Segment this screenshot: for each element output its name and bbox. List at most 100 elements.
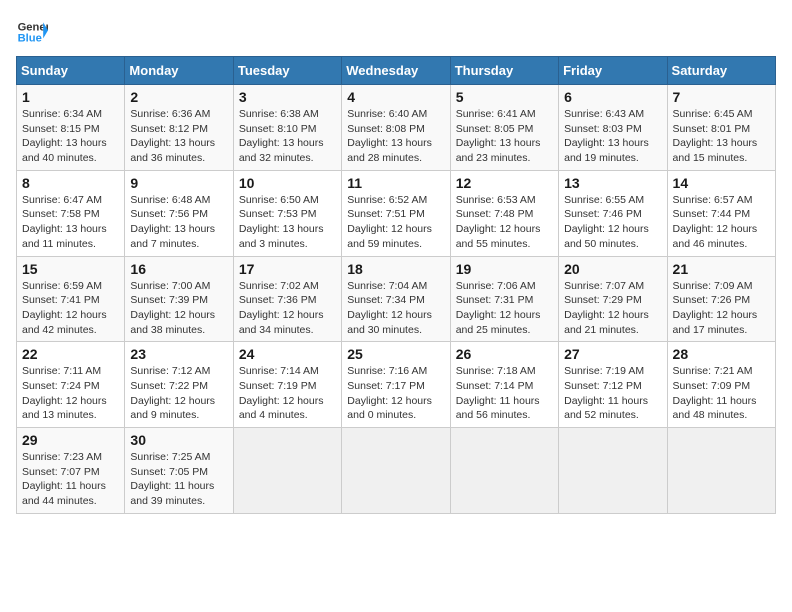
day-number: 26 bbox=[456, 346, 553, 362]
calendar-row-4: 29Sunrise: 7:23 AMSunset: 7:07 PMDayligh… bbox=[17, 428, 776, 514]
svg-text:Blue: Blue bbox=[18, 33, 42, 45]
day-info: Sunrise: 6:55 AMSunset: 7:46 PMDaylight:… bbox=[564, 193, 661, 252]
header-cell-saturday: Saturday bbox=[667, 57, 775, 85]
day-number: 2 bbox=[130, 89, 227, 105]
empty-cell bbox=[559, 428, 667, 514]
empty-cell bbox=[667, 428, 775, 514]
empty-cell bbox=[233, 428, 341, 514]
day-cell-10: 10Sunrise: 6:50 AMSunset: 7:53 PMDayligh… bbox=[233, 170, 341, 256]
day-info: Sunrise: 6:43 AMSunset: 8:03 PMDaylight:… bbox=[564, 107, 661, 166]
day-info: Sunrise: 6:40 AMSunset: 8:08 PMDaylight:… bbox=[347, 107, 444, 166]
day-cell-21: 21 Sunrise: 7:09 AMSunset: 7:26 PMDayligh… bbox=[667, 256, 775, 342]
day-cell-20: 20 Sunrise: 7:07 AMSunset: 7:29 PMDayligh… bbox=[559, 256, 667, 342]
day-number: 19 bbox=[456, 261, 553, 277]
day-cell-4: 4 Sunrise: 6:40 AMSunset: 8:08 PMDaylight… bbox=[342, 85, 450, 171]
day-info: Sunrise: 7:16 AMSunset: 7:17 PMDaylight:… bbox=[347, 364, 444, 423]
day-number: 6 bbox=[564, 89, 661, 105]
calendar-body: 1 Sunrise: 6:34 AMSunset: 8:15 PMDaylight… bbox=[17, 85, 776, 514]
day-cell-7: 7 Sunrise: 6:45 AMSunset: 8:01 PMDaylight… bbox=[667, 85, 775, 171]
day-cell-28: 28 Sunrise: 7:21 AMSunset: 7:09 PMDayligh… bbox=[667, 342, 775, 428]
day-cell-27: 27Sunrise: 7:19 AMSunset: 7:12 PMDayligh… bbox=[559, 342, 667, 428]
day-info: Sunrise: 7:07 AMSunset: 7:29 PMDaylight:… bbox=[564, 279, 661, 338]
day-cell-8: 8 Sunrise: 6:47 AMSunset: 7:58 PMDaylight… bbox=[17, 170, 125, 256]
day-info: Sunrise: 7:02 AMSunset: 7:36 PMDaylight:… bbox=[239, 279, 336, 338]
day-cell-13: 13 Sunrise: 6:55 AMSunset: 7:46 PMDayligh… bbox=[559, 170, 667, 256]
day-info: Sunrise: 7:23 AMSunset: 7:07 PMDaylight:… bbox=[22, 450, 119, 509]
day-info: Sunrise: 7:04 AMSunset: 7:34 PMDaylight:… bbox=[347, 279, 444, 338]
day-number: 30 bbox=[130, 432, 227, 448]
day-number: 23 bbox=[130, 346, 227, 362]
logo: General Blue bbox=[16, 16, 48, 48]
day-cell-2: 2 Sunrise: 6:36 AMSunset: 8:12 PMDaylight… bbox=[125, 85, 233, 171]
day-info: Sunrise: 7:06 AMSunset: 7:31 PMDaylight:… bbox=[456, 279, 553, 338]
day-info: Sunrise: 6:34 AMSunset: 8:15 PMDaylight:… bbox=[22, 107, 119, 166]
day-number: 18 bbox=[347, 261, 444, 277]
day-info: Sunrise: 6:48 AMSunset: 7:56 PMDaylight:… bbox=[130, 193, 227, 252]
day-cell-26: 26 Sunrise: 7:18 AMSunset: 7:14 PMDayligh… bbox=[450, 342, 558, 428]
day-number: 4 bbox=[347, 89, 444, 105]
day-number: 12 bbox=[456, 175, 553, 191]
day-info: Sunrise: 6:52 AMSunset: 7:51 PMDaylight:… bbox=[347, 193, 444, 252]
day-cell-12: 12 Sunrise: 6:53 AMSunset: 7:48 PMDayligh… bbox=[450, 170, 558, 256]
day-cell-23: 23Sunrise: 7:12 AMSunset: 7:22 PMDayligh… bbox=[125, 342, 233, 428]
day-cell-22: 22Sunrise: 7:11 AMSunset: 7:24 PMDayligh… bbox=[17, 342, 125, 428]
day-number: 14 bbox=[673, 175, 770, 191]
day-number: 15 bbox=[22, 261, 119, 277]
day-number: 5 bbox=[456, 89, 553, 105]
day-cell-30: 30 Sunrise: 7:25 AMSunset: 7:05 PMDayligh… bbox=[125, 428, 233, 514]
day-number: 22 bbox=[22, 346, 119, 362]
day-number: 8 bbox=[22, 175, 119, 191]
header-row: SundayMondayTuesdayWednesdayThursdayFrid… bbox=[17, 57, 776, 85]
day-number: 21 bbox=[673, 261, 770, 277]
day-info: Sunrise: 7:18 AMSunset: 7:14 PMDaylight:… bbox=[456, 364, 553, 423]
day-info: Sunrise: 6:45 AMSunset: 8:01 PMDaylight:… bbox=[673, 107, 770, 166]
day-cell-9: 9 Sunrise: 6:48 AMSunset: 7:56 PMDaylight… bbox=[125, 170, 233, 256]
calendar-row-1: 8 Sunrise: 6:47 AMSunset: 7:58 PMDaylight… bbox=[17, 170, 776, 256]
header-cell-monday: Monday bbox=[125, 57, 233, 85]
day-info: Sunrise: 6:53 AMSunset: 7:48 PMDaylight:… bbox=[456, 193, 553, 252]
day-cell-19: 19 Sunrise: 7:06 AMSunset: 7:31 PMDayligh… bbox=[450, 256, 558, 342]
day-number: 25 bbox=[347, 346, 444, 362]
calendar-table: SundayMondayTuesdayWednesdayThursdayFrid… bbox=[16, 56, 776, 514]
empty-cell bbox=[450, 428, 558, 514]
day-number: 28 bbox=[673, 346, 770, 362]
day-info: Sunrise: 6:47 AMSunset: 7:58 PMDaylight:… bbox=[22, 193, 119, 252]
day-info: Sunrise: 6:41 AMSunset: 8:05 PMDaylight:… bbox=[456, 107, 553, 166]
day-info: Sunrise: 6:57 AMSunset: 7:44 PMDaylight:… bbox=[673, 193, 770, 252]
day-number: 10 bbox=[239, 175, 336, 191]
day-number: 3 bbox=[239, 89, 336, 105]
day-number: 20 bbox=[564, 261, 661, 277]
header-cell-tuesday: Tuesday bbox=[233, 57, 341, 85]
day-number: 13 bbox=[564, 175, 661, 191]
logo-icon: General Blue bbox=[16, 16, 48, 48]
day-cell-18: 18 Sunrise: 7:04 AMSunset: 7:34 PMDayligh… bbox=[342, 256, 450, 342]
day-info: Sunrise: 6:38 AMSunset: 8:10 PMDaylight:… bbox=[239, 107, 336, 166]
calendar-header: SundayMondayTuesdayWednesdayThursdayFrid… bbox=[17, 57, 776, 85]
day-info: Sunrise: 7:25 AMSunset: 7:05 PMDaylight:… bbox=[130, 450, 227, 509]
header-cell-friday: Friday bbox=[559, 57, 667, 85]
day-info: Sunrise: 7:09 AMSunset: 7:26 PMDaylight:… bbox=[673, 279, 770, 338]
day-cell-3: 3 Sunrise: 6:38 AMSunset: 8:10 PMDaylight… bbox=[233, 85, 341, 171]
calendar-row-3: 22Sunrise: 7:11 AMSunset: 7:24 PMDayligh… bbox=[17, 342, 776, 428]
day-info: Sunrise: 6:59 AMSunset: 7:41 PMDaylight:… bbox=[22, 279, 119, 338]
day-info: Sunrise: 7:21 AMSunset: 7:09 PMDaylight:… bbox=[673, 364, 770, 423]
day-cell-15: 15 Sunrise: 6:59 AMSunset: 7:41 PMDayligh… bbox=[17, 256, 125, 342]
day-number: 27 bbox=[564, 346, 661, 362]
header-cell-thursday: Thursday bbox=[450, 57, 558, 85]
day-number: 24 bbox=[239, 346, 336, 362]
day-cell-24: 24 Sunrise: 7:14 AMSunset: 7:19 PMDayligh… bbox=[233, 342, 341, 428]
day-number: 7 bbox=[673, 89, 770, 105]
day-number: 16 bbox=[130, 261, 227, 277]
day-cell-16: 16Sunrise: 7:00 AMSunset: 7:39 PMDayligh… bbox=[125, 256, 233, 342]
day-cell-6: 6 Sunrise: 6:43 AMSunset: 8:03 PMDaylight… bbox=[559, 85, 667, 171]
day-info: Sunrise: 6:36 AMSunset: 8:12 PMDaylight:… bbox=[130, 107, 227, 166]
day-number: 9 bbox=[130, 175, 227, 191]
header-cell-wednesday: Wednesday bbox=[342, 57, 450, 85]
day-number: 17 bbox=[239, 261, 336, 277]
header-cell-sunday: Sunday bbox=[17, 57, 125, 85]
calendar-row-0: 1 Sunrise: 6:34 AMSunset: 8:15 PMDaylight… bbox=[17, 85, 776, 171]
day-info: Sunrise: 7:14 AMSunset: 7:19 PMDaylight:… bbox=[239, 364, 336, 423]
day-cell-29: 29Sunrise: 7:23 AMSunset: 7:07 PMDayligh… bbox=[17, 428, 125, 514]
day-number: 1 bbox=[22, 89, 119, 105]
calendar-row-2: 15 Sunrise: 6:59 AMSunset: 7:41 PMDayligh… bbox=[17, 256, 776, 342]
